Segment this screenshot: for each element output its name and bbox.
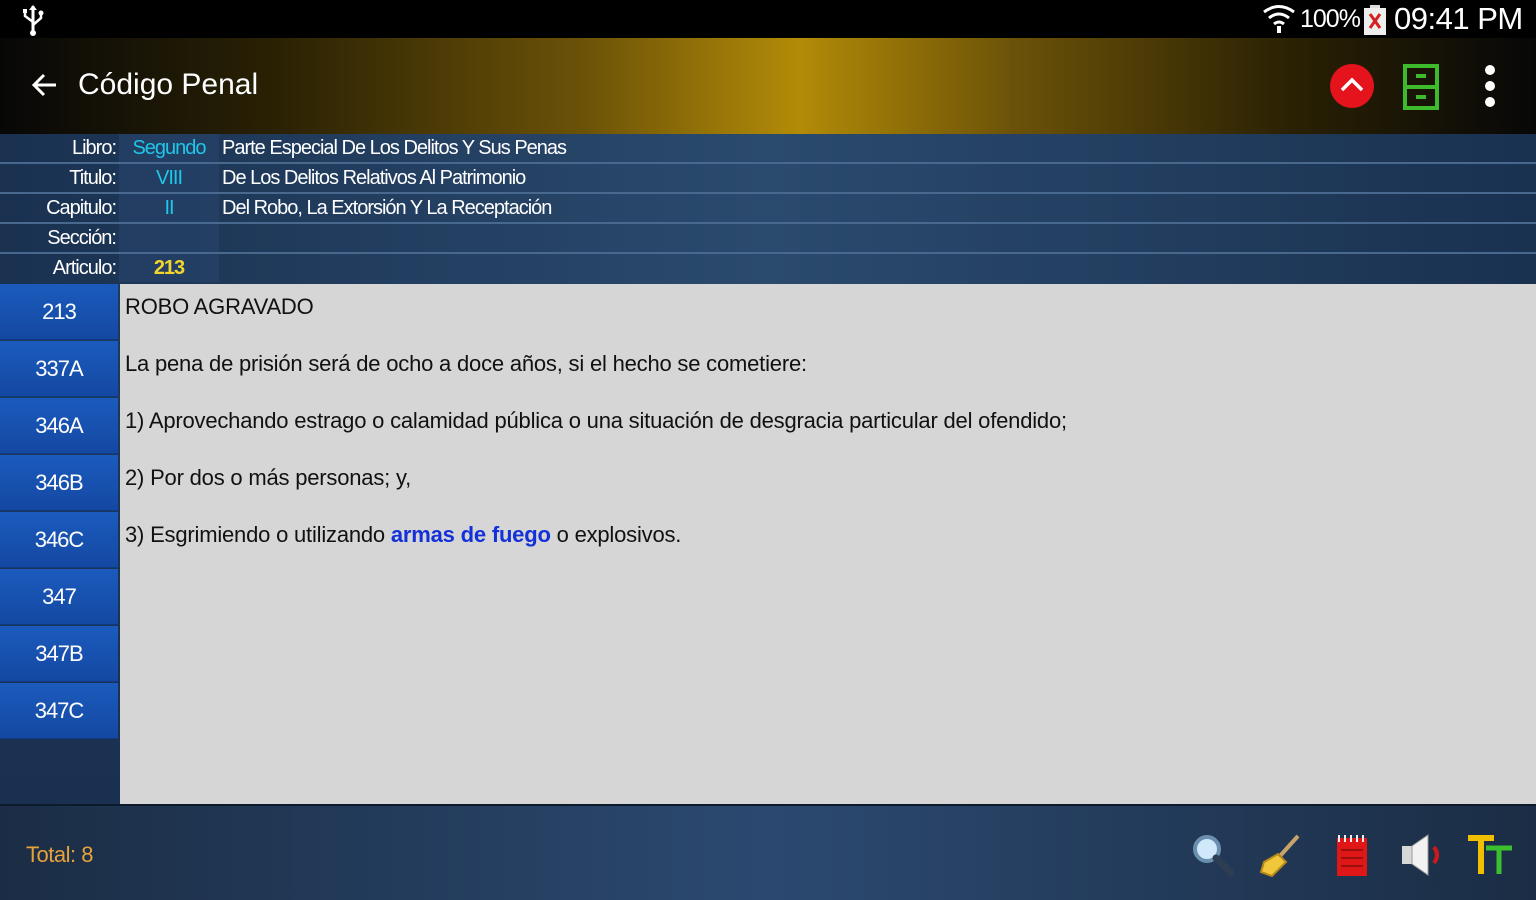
info-value[interactable]: VIII [119, 164, 219, 192]
info-label: Capitulo: [46, 197, 117, 219]
total-count: Total: 8 [26, 842, 93, 867]
info-description: Parte Especial De Los Delitos Y Sus Pena… [222, 137, 567, 159]
list-item[interactable]: 347C [0, 683, 118, 739]
list-item[interactable]: 346C [0, 512, 118, 568]
app-bar: Código Penal [0, 38, 1536, 134]
back-arrow-icon[interactable] [30, 70, 60, 105]
list-item[interactable]: 213 [0, 284, 118, 340]
info-row-seccion: Sección: [0, 224, 1536, 254]
info-label: Sección: [47, 227, 117, 249]
info-label: Articulo: [52, 257, 117, 279]
info-row-libro: Libro: Segundo Parte Especial De Los Del… [0, 134, 1536, 164]
status-bar: 100% 09:41 PM [0, 0, 1536, 38]
wifi-icon [1262, 4, 1296, 39]
article-heading: ROBO AGRAVADO [125, 294, 314, 319]
speaker-icon[interactable] [1398, 832, 1446, 883]
info-value[interactable]: II [119, 194, 219, 222]
article-text-segment: o explosivos. [550, 522, 682, 547]
info-value [119, 224, 219, 252]
file-cabinet-icon[interactable] [1402, 63, 1440, 116]
clock: 09:41 PM [1394, 1, 1523, 36]
scroll-up-button[interactable] [1330, 64, 1374, 108]
info-label: Titulo: [69, 167, 117, 189]
glossary-link[interactable]: armas de fuego [391, 522, 551, 547]
info-value: 213 [119, 254, 219, 282]
text-size-icon[interactable] [1466, 832, 1514, 883]
broom-icon[interactable] [1258, 832, 1304, 883]
battery-icon [1362, 4, 1388, 41]
more-vert-icon[interactable] [1478, 62, 1502, 115]
article-paragraph: La pena de prisión será de ocho a doce a… [125, 351, 807, 376]
list-item[interactable]: 347B [0, 626, 118, 682]
info-label: Libro: [71, 137, 117, 159]
article-text[interactable]: ROBO AGRAVADO La pena de prisión será de… [120, 284, 1536, 804]
page-title: Código Penal [78, 68, 259, 101]
list-item[interactable]: 346B [0, 455, 118, 511]
chevron-up-icon [1340, 77, 1364, 92]
article-list: 213 337A 346A 346B 346C 347 347B 347C [0, 284, 120, 804]
info-row-titulo: Titulo: VIII De Los Delitos Relativos Al… [0, 164, 1536, 194]
info-value[interactable]: Segundo [119, 134, 219, 162]
article-item: 2) Por dos o más personas; y, [125, 465, 412, 490]
search-icon[interactable] [1190, 832, 1236, 883]
notepad-icon[interactable] [1330, 832, 1374, 883]
info-description: Del Robo, La Extorsión Y La Receptación [222, 197, 552, 219]
usb-icon [18, 4, 48, 41]
bottom-toolbar: Total: 8 [0, 804, 1536, 900]
list-item[interactable]: 337A [0, 341, 118, 397]
article-item: 3) Esgrimiendo o utilizando armas de fue… [125, 520, 1536, 577]
list-item[interactable]: 347 [0, 569, 118, 625]
article-item: 1) Aprovechando estrago o calamidad públ… [125, 408, 1067, 433]
info-row-capitulo: Capitulo: II Del Robo, La Extorsión Y La… [0, 194, 1536, 224]
info-description: De Los Delitos Relativos Al Patrimonio [222, 167, 526, 189]
article-info-panel: Libro: Segundo Parte Especial De Los Del… [0, 134, 1536, 284]
article-text-segment: 3) Esgrimiendo o utilizando [125, 522, 391, 547]
info-row-articulo: Articulo: 213 [0, 254, 1536, 284]
battery-percent: 100% [1300, 5, 1361, 33]
list-item[interactable]: 346A [0, 398, 118, 454]
